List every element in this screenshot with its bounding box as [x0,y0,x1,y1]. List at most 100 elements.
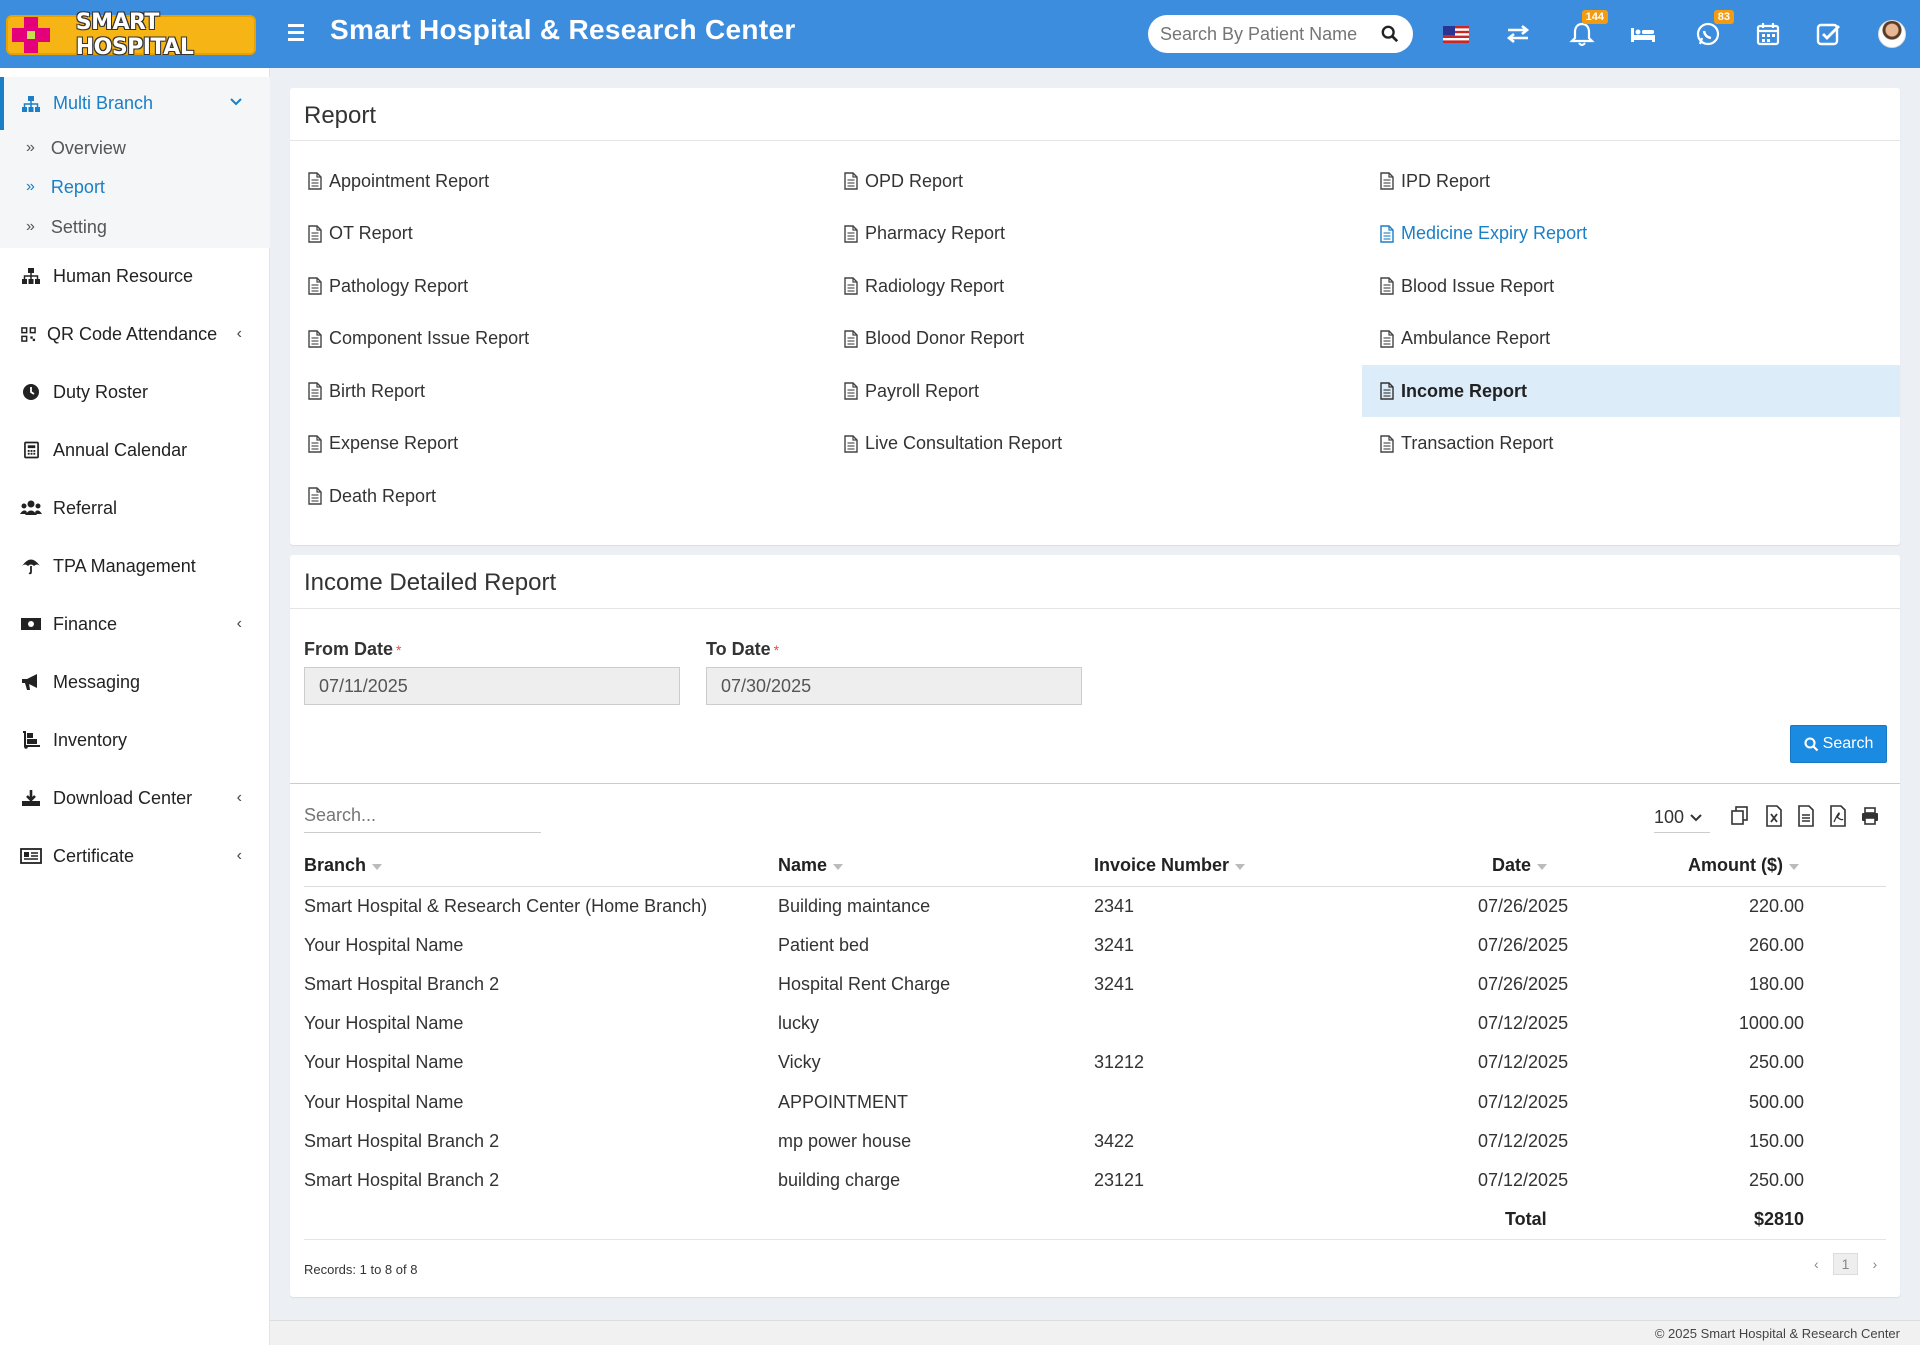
column-header-label: Branch [304,855,367,875]
app-logo[interactable]: SMART HOSPITAL [6,10,256,60]
sidebar-item-certificate[interactable]: Certificate ‹ [0,831,270,881]
report-link-ot-report[interactable]: OT Report [290,208,826,260]
report-panel: Report Appointment Report OPD Report IPD R… [290,88,1900,545]
report-link-opd-report[interactable]: OPD Report [826,155,1362,207]
table-row[interactable]: Smart Hospital Branch 2 mp power house 342… [290,1131,1900,1165]
report-link-birth-report[interactable]: Birth Report [290,365,826,417]
submenu-item-report[interactable]: » Report [0,169,270,205]
report-link-radiology-report[interactable]: Radiology Report [826,260,1362,312]
report-link-blood-donor-report[interactable]: Blood Donor Report [826,313,1362,365]
table-row[interactable]: Your Hospital Name lucky 07/12/2025 1000.00 [290,1013,1900,1047]
report-link-blood-issue-report[interactable]: Blood Issue Report [1362,260,1900,312]
user-avatar[interactable] [1878,20,1906,48]
table-cell: 07/12/2025 [1478,1052,1569,1073]
submenu-item-setting[interactable]: » Setting [0,209,270,245]
report-panel-title: Report [304,102,377,129]
income-panel: Income Detailed Report From Date* To Dat… [290,555,1900,1297]
table-row[interactable]: Your Hospital Name APPOINTMENT 07/12/2025 5… [290,1092,1900,1126]
table-row[interactable]: Smart Hospital Branch 2 Hospital Rent Cha… [290,974,1900,1008]
file-text-icon [844,434,858,453]
sidebar-item-messaging[interactable]: Messaging [0,657,270,707]
download-icon [20,788,42,808]
sidebar-item-inventory[interactable]: Inventory [0,715,270,765]
sidebar-item-label: Annual Calendar [53,439,188,460]
chevron-left-icon: ‹ [236,789,242,806]
page-size-select[interactable]: 100 [1654,803,1710,833]
bed-icon[interactable] [1629,20,1657,48]
submenu-item-overview[interactable]: » Overview [0,130,270,166]
column-header-date[interactable]: Date [1492,855,1548,876]
search-icon [1804,736,1818,751]
logo-text: SMART HOSPITAL [75,10,194,60]
sidebar-item-label: Inventory [53,729,128,750]
report-link-ipd-report[interactable]: IPD Report [1362,155,1900,207]
file-text-icon [308,172,322,190]
table-row[interactable]: Smart Hospital & Research Center (Home B… [290,896,1900,930]
next-page-icon[interactable]: › [1872,1256,1877,1272]
table-row[interactable]: Smart Hospital Branch 2 building charge 23… [290,1170,1900,1204]
from-date-input[interactable] [304,667,680,705]
calendar-icon[interactable] [1754,20,1782,48]
sidebar-item-qr-code-attendance[interactable]: QR Code Attendance ‹ [0,309,270,359]
whatsapp-button[interactable]: 83 [1694,10,1734,48]
report-link-live-consultation-report[interactable]: Live Consultation Report [826,418,1362,470]
print-icon[interactable] [1860,805,1880,827]
pdf-icon[interactable] [1828,805,1848,827]
search-button[interactable]: Search [1790,725,1887,763]
divider [304,1238,1886,1240]
sidebar-item-referral[interactable]: Referral [0,483,270,533]
sidebar-toggle-button[interactable] [288,20,310,44]
report-link-payroll-report[interactable]: Payroll Report [826,365,1362,417]
excel-icon[interactable] [1764,805,1784,827]
task-check-icon[interactable] [1814,20,1842,48]
csv-icon[interactable] [1796,805,1816,827]
sidebar-item-annual-calendar[interactable]: Annual Calendar [0,425,270,475]
copy-icon[interactable] [1730,805,1750,827]
file-text-icon [308,382,322,400]
chevron-left-icon: ‹ [236,325,242,342]
sidebar-item-duty-roster[interactable]: Duty Roster [0,367,270,417]
table-row[interactable]: Your Hospital Name Vicky 31212 07/12/2025 25… [290,1052,1900,1086]
page-number-button[interactable]: 1 [1832,1253,1859,1275]
file-text-icon [1380,434,1394,453]
sidebar-item-tpa-management[interactable]: TPA Management [0,541,270,591]
report-link-ambulance-report[interactable]: Ambulance Report [1362,313,1900,365]
total-label: Total [1505,1208,1547,1229]
column-header-amount[interactable]: Amount ($) [1688,855,1799,876]
table-search-input[interactable] [304,799,541,833]
to-date-input[interactable] [706,667,1082,705]
report-link-income-report[interactable]: Income Report [1362,365,1900,417]
sidebar: Multi Branch » Overview » Report » Setting … [0,68,270,1345]
sidebar-item-download-center[interactable]: Download Center ‹ [0,773,270,823]
users-icon [20,498,42,518]
report-link-expense-report[interactable]: Expense Report [290,418,826,470]
notification-bell[interactable]: 144 [1568,10,1608,48]
column-header-branch[interactable]: Branch [304,855,383,876]
patient-search-input[interactable] [1160,23,1360,45]
report-link-transaction-report[interactable]: Transaction Report [1362,418,1900,470]
table-cell: 180.00 [1748,974,1804,995]
prev-page-icon[interactable]: ‹ [1814,1256,1819,1272]
column-header-name[interactable]: Name [778,855,844,876]
report-link-component-issue-report[interactable]: Component Issue Report [290,313,826,365]
sidebar-item-human-resource[interactable]: Human Resource [0,251,270,301]
table-cell: 250.00 [1748,1052,1804,1073]
report-link-medicine-expiry-report[interactable]: Medicine Expiry Report [1362,208,1900,260]
us-flag-icon[interactable] [1442,20,1470,48]
table-row[interactable]: Your Hospital Name Patient bed 3241 07/26/2… [290,935,1900,969]
sidebar-item-label: Human Resource [53,265,194,286]
table-cell: lucky [778,1013,820,1034]
file-text-icon [1380,224,1394,243]
report-link-pathology-report[interactable]: Pathology Report [290,260,826,312]
sidebar-item-label: QR Code Attendance [47,323,218,344]
report-link-pharmacy-report[interactable]: Pharmacy Report [826,208,1362,260]
sort-icon [833,863,844,870]
search-icon[interactable] [1381,25,1399,43]
switch-arrows-icon[interactable] [1504,20,1532,48]
report-link-appointment-report[interactable]: Appointment Report [290,155,826,207]
sidebar-item-finance[interactable]: Finance ‹ [0,599,270,649]
sidebar-item-multi-branch[interactable]: Multi Branch [0,77,270,130]
column-header-invoice-number[interactable]: Invoice Number [1094,855,1246,876]
report-link-death-report[interactable]: Death Report [290,470,826,522]
report-link-label: Death Report [329,485,437,506]
